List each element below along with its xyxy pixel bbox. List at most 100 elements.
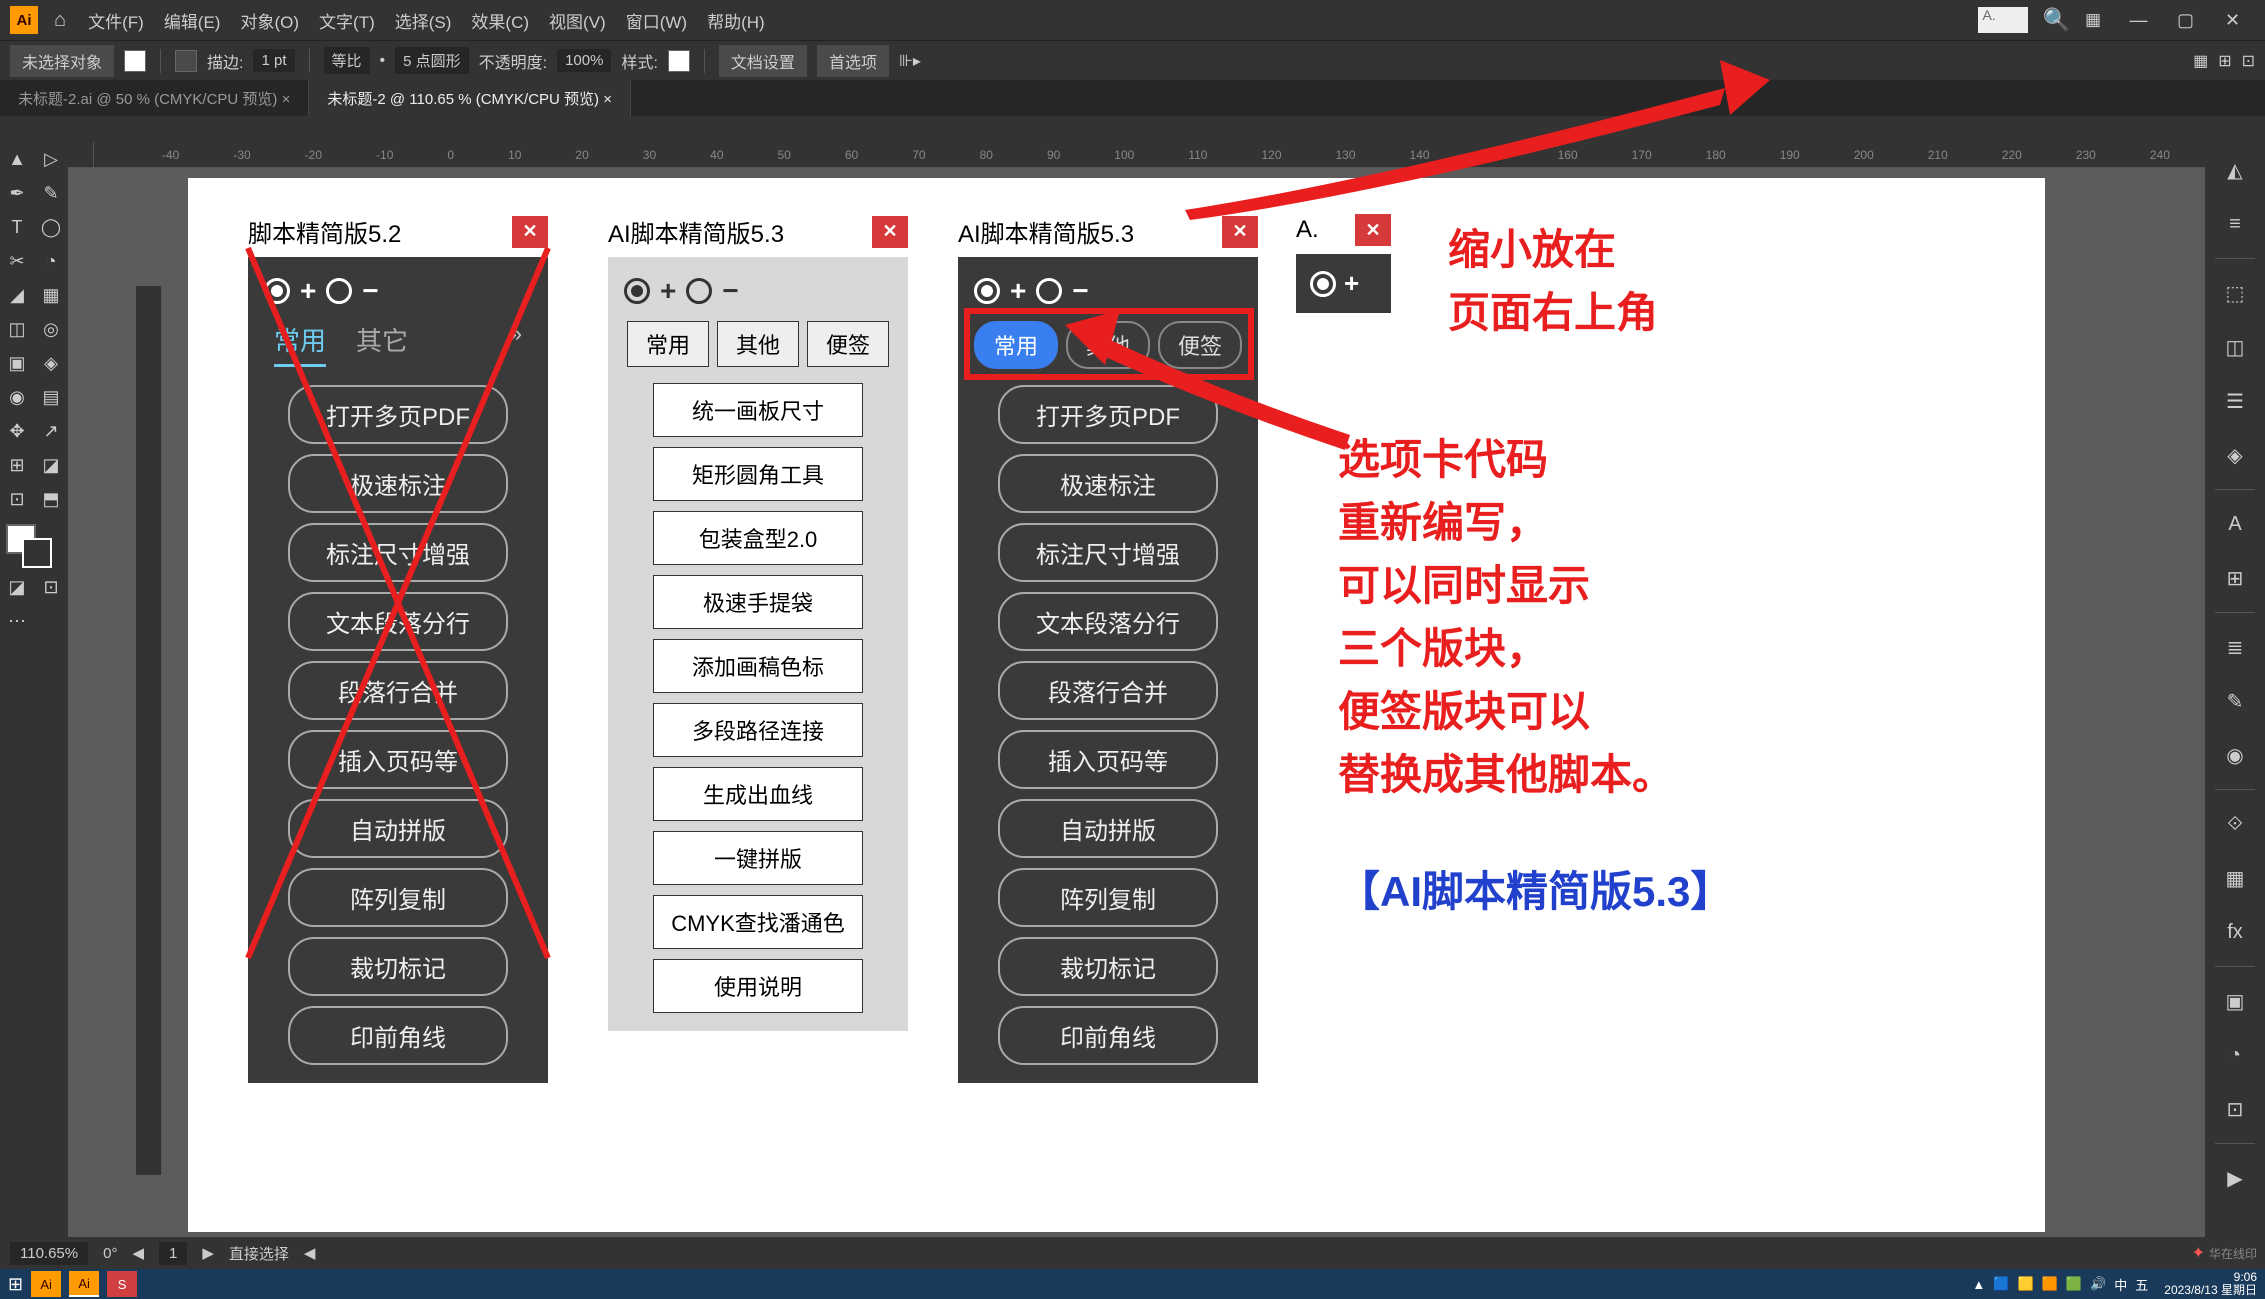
panel2-btn-5[interactable]: 多段路径连接 — [653, 703, 863, 757]
zoom-tool[interactable]: ⬒ — [34, 482, 68, 516]
artboard-tool[interactable]: ⊞ — [0, 448, 34, 482]
screen-mode-icon[interactable]: ⊡ — [34, 570, 68, 604]
layers-icon[interactable]: ▣ — [2215, 981, 2255, 1021]
panel1-btn-3[interactable]: 文本段落分行 — [288, 592, 508, 651]
document-setup-button[interactable]: 文档设置 — [719, 45, 807, 77]
panel1-btn-8[interactable]: 裁切标记 — [288, 937, 508, 996]
edit-toolbar-icon[interactable]: ⋯ — [0, 604, 34, 638]
symbol-sprayer-tool[interactable]: ↗ — [34, 414, 68, 448]
panel3-btn-5[interactable]: 插入页码等 — [998, 730, 1218, 789]
tray-sound-icon[interactable]: 🔊 — [2090, 1276, 2106, 1292]
minimize-button[interactable]: — — [2116, 6, 2161, 34]
color-mode-icon[interactable]: ◪ — [0, 570, 34, 604]
radio-empty-icon[interactable] — [326, 278, 352, 304]
panel2-btn-6[interactable]: 生成出血线 — [653, 767, 863, 821]
appearance-icon[interactable]: ⟐ — [2215, 804, 2255, 844]
panel1-btn-2[interactable]: 标注尺寸增强 — [288, 523, 508, 582]
blend-tool[interactable]: ✥ — [0, 414, 34, 448]
minus-icon[interactable]: − — [362, 275, 378, 307]
opacity-field[interactable]: 100% — [557, 49, 611, 72]
panel3-btn-4[interactable]: 段落行合并 — [998, 661, 1218, 720]
canvas[interactable]: -40-30-20-100102030405060708090100110120… — [68, 142, 2205, 1237]
maximize-button[interactable]: ▢ — [2163, 6, 2208, 34]
zoom-field[interactable]: 110.65% — [10, 1242, 88, 1265]
tray-icon-3[interactable]: 🟧 — [2042, 1276, 2058, 1292]
scissors-tool[interactable]: ✂ — [0, 244, 34, 278]
menu-select[interactable]: 选择(S) — [389, 8, 458, 33]
artboard-nav-next[interactable]: ▶ — [202, 1244, 214, 1262]
curvature-tool[interactable]: ✎ — [34, 176, 68, 210]
menu-effect[interactable]: 效果(C) — [465, 8, 535, 33]
brushes-icon[interactable]: ☰ — [2215, 381, 2255, 421]
tray-up-icon[interactable]: ▲ — [1972, 1277, 1985, 1292]
panel3-btn-1[interactable]: 极速标注 — [998, 454, 1218, 513]
panel3-btn-2[interactable]: 标注尺寸增强 — [998, 523, 1218, 582]
rotation-field[interactable]: 0° — [103, 1245, 117, 1262]
artboards-icon[interactable]: ⊡ — [2215, 1089, 2255, 1129]
graphic-styles-icon[interactable]: ▦ — [2215, 858, 2255, 898]
radio-filled-icon[interactable] — [1310, 271, 1336, 297]
artboard-number[interactable]: 1 — [159, 1242, 187, 1265]
panel2-btn-7[interactable]: 一键拼版 — [653, 831, 863, 885]
panel3-btn-7[interactable]: 阵列复制 — [998, 868, 1218, 927]
uniform-field[interactable]: 等比 — [324, 47, 370, 74]
panel3-tab-common[interactable]: 常用 — [974, 321, 1058, 369]
color-panel-icon[interactable]: ⬚ — [2215, 273, 2255, 313]
panel2-close-button[interactable]: ✕ — [872, 216, 908, 248]
align-icon[interactable]: ⊪▸ — [899, 51, 921, 71]
paragraph-icon[interactable]: ⊞ — [2215, 558, 2255, 598]
stroke-color[interactable] — [22, 538, 52, 568]
panel3-tab-notes[interactable]: 便签 — [1158, 321, 1242, 369]
panel1-btn-5[interactable]: 插入页码等 — [288, 730, 508, 789]
gradient-tool[interactable]: ◉ — [0, 380, 34, 414]
panel3-btn-6[interactable]: 自动拼版 — [998, 799, 1218, 858]
pen-tool[interactable]: ✒ — [0, 176, 34, 210]
panel2-btn-8[interactable]: CMYK查找潘通色 — [653, 895, 863, 949]
search-icon[interactable]: 🔍 — [2043, 7, 2070, 33]
plus-icon[interactable]: + — [660, 275, 676, 307]
gradient-panel-icon[interactable]: ✎ — [2215, 681, 2255, 721]
panel1-tab-common[interactable]: 常用 — [274, 321, 326, 367]
menu-file[interactable]: 文件(F) — [82, 8, 150, 33]
radio-empty-icon[interactable] — [686, 278, 712, 304]
panel2-btn-0[interactable]: 统一画板尺寸 — [653, 383, 863, 437]
doc-tab-2[interactable]: 未标题-2 @ 110.65 % (CMYK/CPU 预览) × — [309, 80, 631, 117]
artboard-nav-prev[interactable]: ◀ — [132, 1244, 144, 1262]
panel2-tab-common[interactable]: 常用 — [627, 321, 709, 367]
type-tool[interactable]: T — [0, 210, 34, 244]
doc-tab-1[interactable]: 未标题-2.ai @ 50 % (CMYK/CPU 预览) × — [0, 80, 309, 117]
panel-mini-close-button[interactable]: ✕ — [1355, 214, 1391, 246]
rotate-tool[interactable]: ◔ — [34, 244, 68, 278]
properties-icon[interactable]: ◭ — [2215, 150, 2255, 190]
home-icon[interactable]: ⌂ — [54, 9, 66, 32]
panel1-more[interactable]: » — [510, 321, 522, 367]
radio-filled-icon[interactable] — [264, 278, 290, 304]
scale-tool[interactable]: ◢ — [0, 278, 34, 312]
libraries-icon[interactable]: ≡ — [2215, 204, 2255, 244]
tray-ime-icon[interactable]: 中 — [2114, 1275, 2127, 1294]
ellipse-tool[interactable]: ◯ — [34, 210, 68, 244]
free-transform-tool[interactable]: ◫ — [0, 312, 34, 346]
menu-object[interactable]: 对象(O) — [234, 8, 305, 33]
panel1-btn-6[interactable]: 自动拼版 — [288, 799, 508, 858]
fill-stroke-colors[interactable] — [0, 520, 68, 570]
mesh-tool[interactable]: ◈ — [34, 346, 68, 380]
panel3-btn-0[interactable]: 打开多页PDF — [998, 385, 1218, 444]
style-swatch[interactable] — [668, 50, 690, 72]
hand-tool[interactable]: ⊡ — [0, 482, 34, 516]
character-icon[interactable]: A — [2215, 504, 2255, 544]
taskbar-ai-icon-1[interactable]: Ai — [31, 1271, 61, 1297]
preferences-button[interactable]: 首选项 — [817, 45, 889, 77]
taskbar-app-icon[interactable]: S — [107, 1271, 137, 1297]
tray-lang-icon[interactable]: 五 — [2135, 1275, 2148, 1294]
start-button[interactable]: ⊞ — [8, 1274, 23, 1295]
fill-swatch[interactable] — [124, 50, 146, 72]
stroke-swatch[interactable] — [175, 50, 197, 72]
menu-view[interactable]: 视图(V) — [543, 8, 612, 33]
symbols-icon[interactable]: ◈ — [2215, 435, 2255, 475]
panel1-close-button[interactable]: ✕ — [512, 216, 548, 248]
slice-tool[interactable]: ◪ — [34, 448, 68, 482]
panel2-btn-1[interactable]: 矩形圆角工具 — [653, 447, 863, 501]
plus-icon[interactable]: + — [300, 275, 316, 307]
panel3-btn-8[interactable]: 裁切标记 — [998, 937, 1218, 996]
